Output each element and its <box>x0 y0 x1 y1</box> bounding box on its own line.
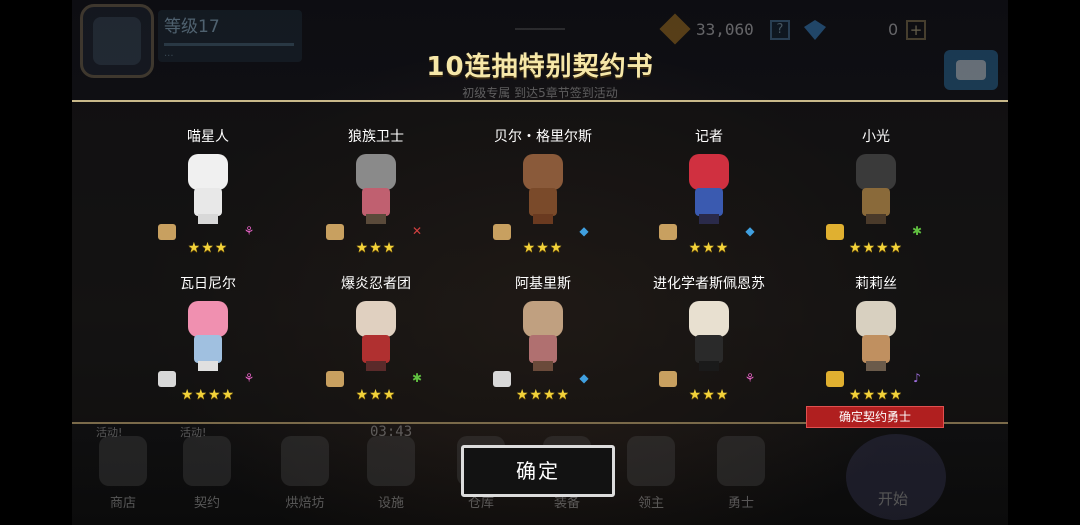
confirm-button[interactable]: 确定 <box>461 445 615 497</box>
star-rating: ★★★ <box>688 387 730 403</box>
nav-badge: 活动! <box>96 426 123 439</box>
bear-sprite <box>515 154 571 224</box>
level-text: 等级17 <box>164 17 220 37</box>
nav-item[interactable]: 烘焙坊 <box>270 424 340 524</box>
nav-item[interactable]: 领主 <box>616 424 686 524</box>
gold-help-button[interactable]: ? <box>770 20 790 40</box>
modal-subtitle: 初级专属 到达5章节签到活动 <box>462 86 618 100</box>
hero-name: 爆炎忍者团 <box>341 276 411 292</box>
gem-value: 0 <box>888 20 899 39</box>
title-ornament <box>515 28 565 36</box>
star-rating: ★★★★ <box>180 387 236 403</box>
nav-label: 商店 <box>109 496 136 511</box>
hero-card[interactable]: 狼族卫士 ✕ ★★★ <box>296 126 456 266</box>
scroll-icon <box>326 371 344 387</box>
nav-label: 勇士 <box>727 496 754 511</box>
nav-icon <box>717 436 765 486</box>
add-gems-button[interactable]: + <box>906 20 926 40</box>
star-rating: ★★★★ <box>515 387 571 403</box>
star-rating: ★★★ <box>355 387 397 403</box>
hero-card[interactable]: 瓦日尼尔 ⚘ ★★★★ <box>128 273 288 413</box>
scroll-icon <box>158 224 176 240</box>
support-icon: ✱ <box>911 224 923 238</box>
ninja-sprite <box>348 301 404 371</box>
gold-value: 33,060 <box>696 20 754 39</box>
sword-icon: ✕ <box>411 224 423 238</box>
hero-card[interactable]: 莉莉丝 ♪ ★★★★ <box>796 273 956 413</box>
nav-item[interactable]: 活动! 契约 <box>172 424 242 524</box>
scroll-icon <box>659 371 677 387</box>
modal-title: 10连抽特别契约书 <box>426 52 654 82</box>
cat-sprite <box>180 154 236 224</box>
hero-card[interactable]: 记者 ◆ ★★★ <box>629 126 789 266</box>
star-rating: ★★★★ <box>848 240 904 256</box>
star-rating: ★★★★ <box>848 387 904 403</box>
star-rating: ★★★ <box>522 240 564 256</box>
scroll-icon <box>326 224 344 240</box>
star-rating: ★★★ <box>355 240 397 256</box>
scroll-icon <box>826 224 844 240</box>
hero-name: 小光 <box>862 129 890 145</box>
wand-icon: ♪ <box>913 371 921 385</box>
mage-icon: ⚘ <box>243 224 255 238</box>
scroll-icon <box>493 371 511 387</box>
hero-card[interactable]: 小光 ✱ ★★★★ <box>796 126 956 266</box>
hero-name: 进化学者斯佩恩苏 <box>653 276 765 292</box>
nav-label: 设施 <box>377 496 404 511</box>
wolf-guard-sprite <box>348 154 404 224</box>
mage-icon: ⚘ <box>744 371 756 385</box>
hero-name: 贝尔・格里尔斯 <box>494 129 592 145</box>
varinir-sprite <box>180 301 236 371</box>
hero-card[interactable]: 进化学者斯佩恩苏 ⚘ ★★★ <box>629 273 789 413</box>
shield-icon: ◆ <box>745 224 755 238</box>
shield-icon: ◆ <box>579 224 589 238</box>
scroll-icon <box>158 371 176 387</box>
start-label: 开始 <box>878 490 909 508</box>
scholar-sprite <box>681 301 737 371</box>
hero-name: 莉莉丝 <box>855 276 897 292</box>
mage-icon: ⚘ <box>243 371 255 385</box>
nav-icon <box>627 436 675 486</box>
nav-label: 领主 <box>637 496 664 511</box>
nav-icon <box>281 436 329 486</box>
nav-icon <box>367 436 415 486</box>
nav-item[interactable]: 勇士 <box>706 424 776 524</box>
scroll-icon <box>826 371 844 387</box>
nav-item[interactable]: 活动! 商店 <box>88 424 158 524</box>
hero-name: 瓦日尼尔 <box>180 276 236 292</box>
support-icon: ✱ <box>411 371 423 385</box>
star-rating: ★★★ <box>187 240 229 256</box>
star-rating: ★★★ <box>688 240 730 256</box>
xiaoguang-sprite <box>848 154 904 224</box>
nav-badge: 活动! <box>180 426 207 439</box>
scroll-icon <box>659 224 677 240</box>
scroll-icon <box>493 224 511 240</box>
shield-icon: ◆ <box>579 371 589 385</box>
achilles-sprite <box>515 301 571 371</box>
hero-card[interactable]: 阿基里斯 ◆ ★★★★ <box>463 273 623 413</box>
reporter-sprite <box>681 154 737 224</box>
hero-name: 记者 <box>695 129 723 145</box>
hero-card[interactable]: 贝尔・格里尔斯 ◆ ★★★ <box>463 126 623 266</box>
hero-card[interactable]: 喵星人 ⚘ ★★★ <box>128 126 288 266</box>
hero-name: 阿基里斯 <box>515 276 571 292</box>
hero-card[interactable]: 爆炎忍者团 ✱ ★★★ <box>296 273 456 413</box>
hero-name: 狼族卫士 <box>348 129 404 145</box>
nav-icon <box>99 436 147 486</box>
lilith-sprite <box>848 301 904 371</box>
nav-item[interactable]: 设施 <box>356 424 426 524</box>
nav-icon <box>183 436 231 486</box>
nav-label: 烘焙坊 <box>285 496 325 511</box>
hero-name: 喵星人 <box>187 129 229 145</box>
nav-label: 契约 <box>193 496 220 511</box>
